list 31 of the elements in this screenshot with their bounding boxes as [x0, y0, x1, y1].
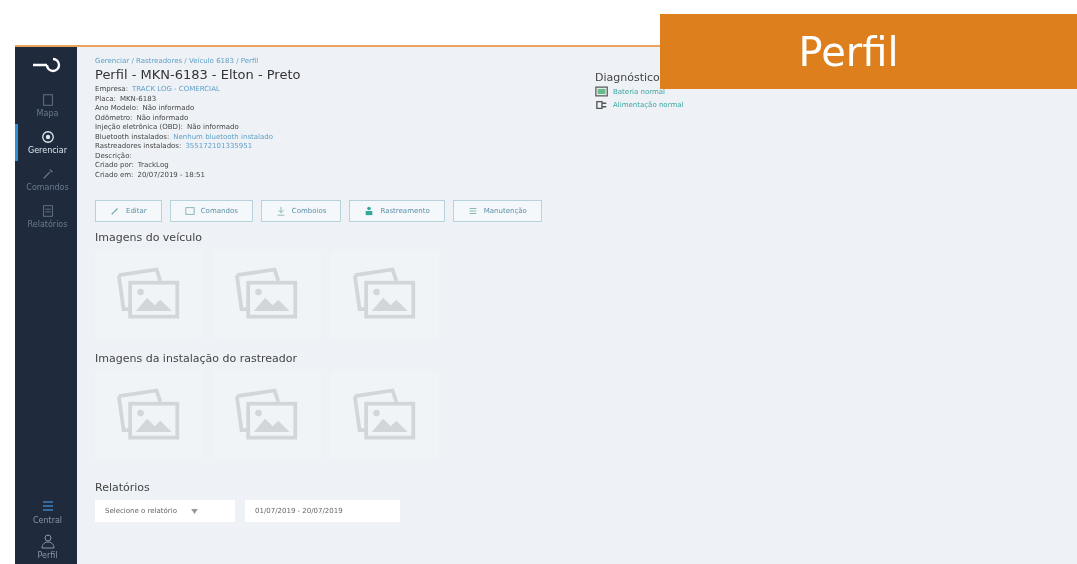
user-icon	[39, 533, 56, 549]
page-title: Perfil - MKN-6183 - Elton - Preto	[95, 67, 302, 82]
sidebar-item[interactable]: Comandos	[15, 161, 77, 198]
list-icon	[467, 206, 478, 216]
sidebar-item[interactable]: Central	[15, 494, 77, 529]
image-placeholder-icon	[116, 267, 182, 321]
image-placeholder-icon	[234, 388, 300, 442]
settings-icon	[40, 130, 55, 144]
document-icon	[40, 204, 55, 218]
image-placeholder-icon	[352, 388, 418, 442]
section-title: Relatórios	[95, 481, 151, 494]
pencil-icon	[110, 206, 120, 216]
section-title: Imagens do veículo	[95, 231, 203, 244]
section-title: Diagnóstico	[595, 71, 661, 84]
title-banner: Perfil	[660, 14, 1077, 89]
image-placeholder-icon	[352, 267, 418, 321]
caret-icon	[190, 508, 198, 514]
download-icon	[275, 206, 286, 216]
sidebar-item[interactable]: Perfil	[15, 529, 77, 564]
section-title: Imagens da instalação do rastreador	[95, 352, 299, 365]
battery-icon	[595, 86, 609, 97]
map-icon	[40, 93, 55, 107]
image-placeholder-icon	[234, 267, 300, 321]
window-icon	[184, 206, 195, 216]
sidebar-item[interactable]: Relatórios	[15, 198, 77, 235]
sidebar-item[interactable]: Mapa	[15, 87, 77, 124]
plug-icon	[595, 99, 609, 111]
sidebar-item[interactable]: Gerenciar	[15, 124, 77, 161]
person-icon	[364, 206, 375, 216]
image-placeholder-icon	[116, 388, 182, 442]
logo-icon	[31, 57, 61, 73]
